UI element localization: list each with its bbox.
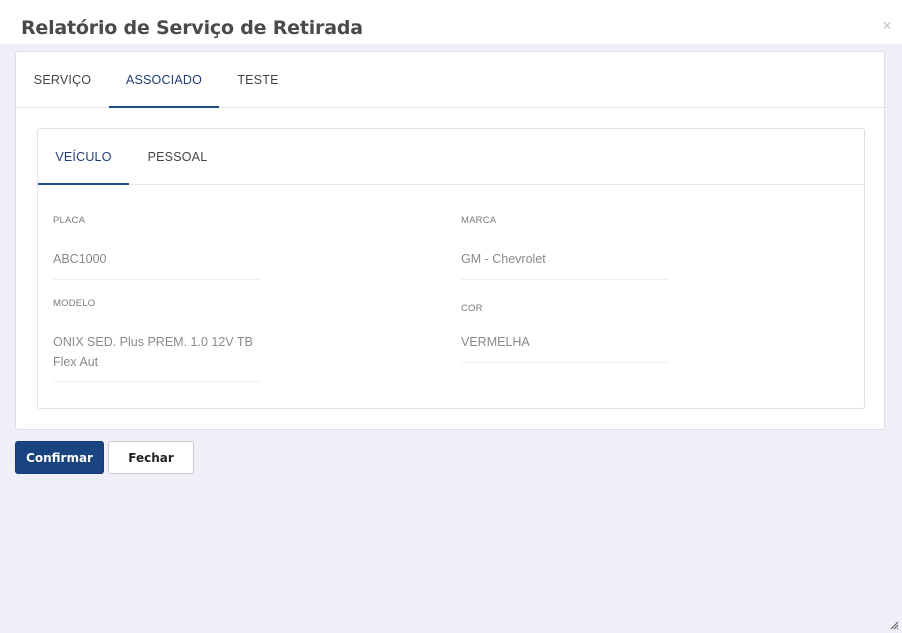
outer-tab-panel: SERVIÇO ASSOCIADO TESTE VEÍCULO PESSOAL … xyxy=(15,51,885,430)
modelo-label: MODELO xyxy=(53,298,96,309)
tab-teste[interactable]: TESTE xyxy=(219,52,297,108)
cor-label: COR xyxy=(461,303,483,314)
marca-value: GM - Chevrolet xyxy=(461,252,546,266)
modal-dialog: Relatório de Serviço de Retirada × SERVI… xyxy=(0,0,902,633)
inner-tab-bar: VEÍCULO PESSOAL xyxy=(38,129,864,185)
tab-servico[interactable]: SERVIÇO xyxy=(16,52,109,108)
close-button[interactable]: Fechar xyxy=(108,441,194,474)
inner-tab-panel: VEÍCULO PESSOAL PLACA ABC1000 MARCA GM -… xyxy=(37,128,865,409)
resize-handle-icon[interactable] xyxy=(889,620,899,630)
marca-label: MARCA xyxy=(461,215,497,226)
placa-value: ABC1000 xyxy=(53,252,107,266)
tab-pessoal[interactable]: PESSOAL xyxy=(129,129,226,185)
modal-title: Relatório de Serviço de Retirada xyxy=(21,17,363,39)
modelo-divider xyxy=(53,381,261,382)
placa-divider xyxy=(53,279,261,280)
confirm-button[interactable]: Confirmar xyxy=(15,441,104,474)
modelo-value-line1: ONIX SED. Plus PREM. 1.0 12V TB xyxy=(53,335,253,349)
modal-header: Relatório de Serviço de Retirada × xyxy=(0,0,902,44)
tab-veiculo[interactable]: VEÍCULO xyxy=(38,129,129,185)
marca-divider xyxy=(461,279,669,280)
placa-label: PLACA xyxy=(53,215,86,226)
close-icon[interactable]: × xyxy=(882,17,892,34)
outer-tab-bar: SERVIÇO ASSOCIADO TESTE xyxy=(16,52,884,108)
cor-divider xyxy=(461,362,669,363)
tab-associado[interactable]: ASSOCIADO xyxy=(109,52,219,108)
cor-value: VERMELHA xyxy=(461,335,530,349)
modelo-value-line2: Flex Aut xyxy=(53,355,99,369)
